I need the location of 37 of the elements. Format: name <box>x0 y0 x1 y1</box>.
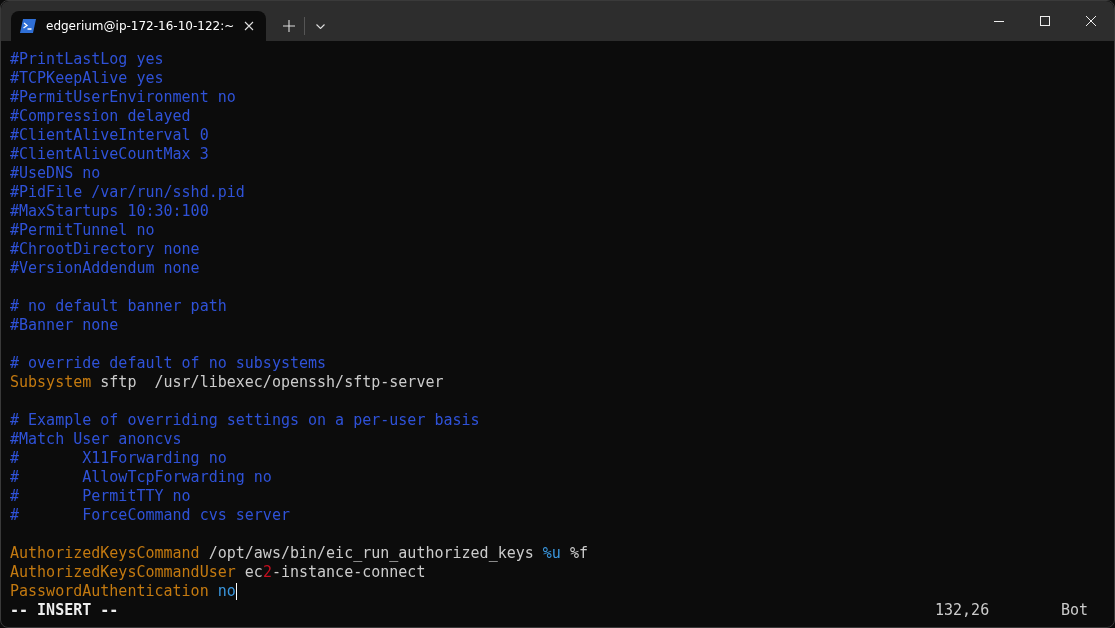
tab-title: edgerium@ip-172-16-10-122:~ <box>46 19 235 33</box>
comment-line: # X11Forwarding no <box>10 449 227 468</box>
comment-line: #PermitUserEnvironment no <box>10 88 236 107</box>
terminal-tab[interactable]: edgerium@ip-172-16-10-122:~ <box>11 11 267 41</box>
config-line: AuthorizedKeysCommand /opt/aws/bin/eic_run_authorized_keys %u %f <box>10 544 588 563</box>
comment-line: #Compression delayed <box>10 107 191 126</box>
comment-line: #ClientAliveInterval 0 <box>10 126 209 145</box>
comment-line: #PermitTunnel no <box>10 221 155 240</box>
cursor-position: 132,26 <box>935 601 991 620</box>
comment-line: #ChrootDirectory none <box>10 240 200 259</box>
comment-line: # override default of no subsystems <box>10 354 327 373</box>
comment-line: #PrintLastLog yes <box>10 50 164 69</box>
comment-line: # ForceCommand cvs server <box>10 506 290 525</box>
comment-line: #Match User anoncvs <box>10 430 182 449</box>
plus-icon[interactable] <box>283 20 296 32</box>
chevron-down-icon[interactable] <box>315 23 325 29</box>
comment-line: #PidFile /var/run/sshd.pid <box>10 183 245 202</box>
config-line: AuthorizedKeysCommandUser ec2-instance-connect <box>10 563 426 582</box>
close-icon[interactable] <box>1086 16 1096 26</box>
config-line: PasswordAuthentication no <box>10 582 236 601</box>
minimize-icon[interactable] <box>994 20 1004 22</box>
comment-line: # no default banner path <box>10 297 227 316</box>
comment-line: # PermitTTY no <box>10 487 191 506</box>
comment-line: #ClientAliveCountMax 3 <box>10 145 209 164</box>
scroll-position: Bot <box>1061 601 1090 620</box>
comment-line: #VersionAddendum none <box>10 259 200 278</box>
maximize-icon[interactable] <box>1040 16 1050 26</box>
comment-line: #MaxStartups 10:30:100 <box>10 202 209 221</box>
comment-line: # AllowTcpForwarding no <box>10 468 272 487</box>
mode-indicator: -- INSERT -- <box>10 601 119 620</box>
comment-line: #Banner none <box>10 316 119 335</box>
comment-line: #UseDNS no <box>10 164 101 183</box>
comment-line: #TCPKeepAlive yes <box>10 69 164 88</box>
terminal-prompt-icon <box>20 19 36 33</box>
comment-line: # Example of overriding settings on a per-user basis <box>10 411 480 430</box>
close-icon[interactable] <box>244 21 255 31</box>
config-line: Subsystem sftp /usr/libexec/openssh/sftp-server <box>10 373 444 392</box>
